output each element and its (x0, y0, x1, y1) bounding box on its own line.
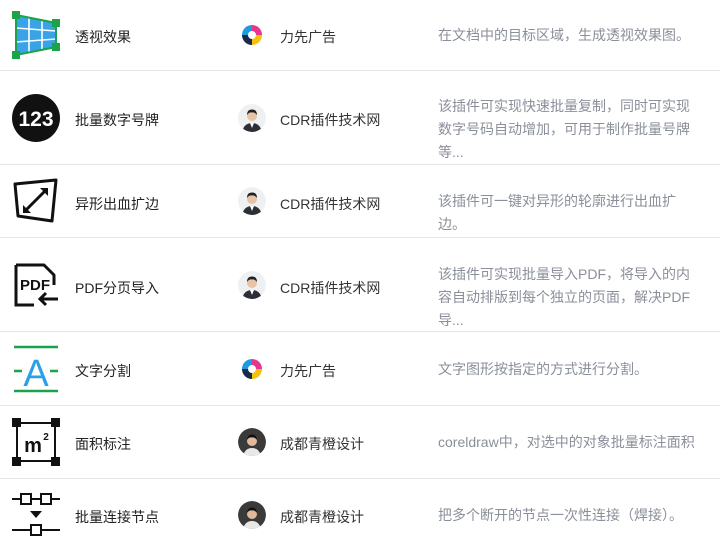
list-item[interactable]: 异形出血扩边 CDR插件技术网 该插件可一键对异形的轮廓进行出血扩边。 (0, 165, 720, 238)
plugin-description: 该插件可实现批量导入PDF，将导入的内容自动排版到每个独立的页面，解决PDF导.… (438, 266, 690, 328)
number-123-icon: 123 (10, 92, 62, 144)
text-split-icon: A (10, 343, 62, 395)
plugin-name[interactable]: 批量数字号牌 (75, 110, 159, 130)
pdf-import-icon: PDF (10, 259, 62, 311)
plugin-description: coreldraw中，对选中的对象批量标注面积 (438, 434, 695, 450)
list-item[interactable]: A 文字分割 力先广告 文字图形按指定的方式进行分割。 (0, 332, 720, 406)
svg-text:PDF: PDF (20, 277, 50, 294)
plugin-description: 把多个断开的节点一次性连接（焊接）。 (438, 507, 683, 523)
plugin-name[interactable]: 透视效果 (75, 27, 131, 47)
author-name[interactable]: 成都青橙设计 (280, 507, 364, 527)
author-name[interactable]: CDR插件技术网 (280, 194, 380, 214)
plugin-name[interactable]: 面积标注 (75, 434, 131, 454)
plugin-description: 该插件可一键对异形的轮廓进行出血扩边。 (438, 193, 676, 232)
person-avatar (238, 271, 266, 299)
person2-avatar (238, 428, 266, 456)
plugin-name[interactable]: 批量连接节点 (75, 507, 159, 527)
list-item[interactable]: PDF PDF分页导入 CDR插件技术网 该插件可实现批量导入PDF，将导入的内… (0, 238, 720, 332)
list-item[interactable]: 透视效果 力先广告 在文档中的目标区域，生成透视效果图。 (0, 0, 720, 71)
node-connect-icon (10, 489, 62, 541)
list-item[interactable]: 批量连接节点 成都青橙设计 把多个断开的节点一次性连接（焊接）。 (0, 479, 720, 549)
plugin-name[interactable]: 文字分割 (75, 361, 131, 381)
svg-text:123: 123 (18, 108, 53, 131)
person-avatar (238, 187, 266, 215)
person-avatar (238, 104, 266, 132)
plugin-description: 该插件可实现快速批量复制，同时可实现数字号码自动增加，可用于制作批量号牌等... (438, 98, 690, 160)
bleed-expand-icon (10, 175, 62, 227)
perspective-grid-icon (10, 9, 62, 61)
svg-text:A: A (23, 353, 49, 395)
author-name[interactable]: 力先广告 (280, 27, 336, 47)
logo-avatar (238, 21, 266, 49)
plugin-name[interactable]: 异形出血扩边 (75, 194, 159, 214)
plugin-list: 透视效果 力先广告 在文档中的目标区域，生成透视效果图。 123 批量数字号牌 (0, 0, 720, 549)
plugin-description: 在文档中的目标区域，生成透视效果图。 (438, 27, 690, 43)
plugin-name[interactable]: PDF分页导入 (75, 278, 159, 298)
area-m2-icon: m 2 (10, 416, 62, 468)
author-name[interactable]: CDR插件技术网 (280, 278, 380, 298)
plugin-description: 文字图形按指定的方式进行分割。 (438, 361, 648, 377)
author-name[interactable]: CDR插件技术网 (280, 110, 380, 130)
list-item[interactable]: m 2 面积标注 成都青橙设计 coreldraw中，对选中的对象批量标注面积 (0, 406, 720, 479)
list-item[interactable]: 123 批量数字号牌 CDR插件技术网 该插件可实现快速批量复制，同时可实现数字… (0, 71, 720, 165)
author-name[interactable]: 力先广告 (280, 361, 336, 381)
svg-text:m: m (24, 435, 42, 457)
svg-text:2: 2 (43, 432, 49, 443)
author-name[interactable]: 成都青橙设计 (280, 434, 364, 454)
person2-avatar (238, 501, 266, 529)
logo-avatar (238, 355, 266, 383)
